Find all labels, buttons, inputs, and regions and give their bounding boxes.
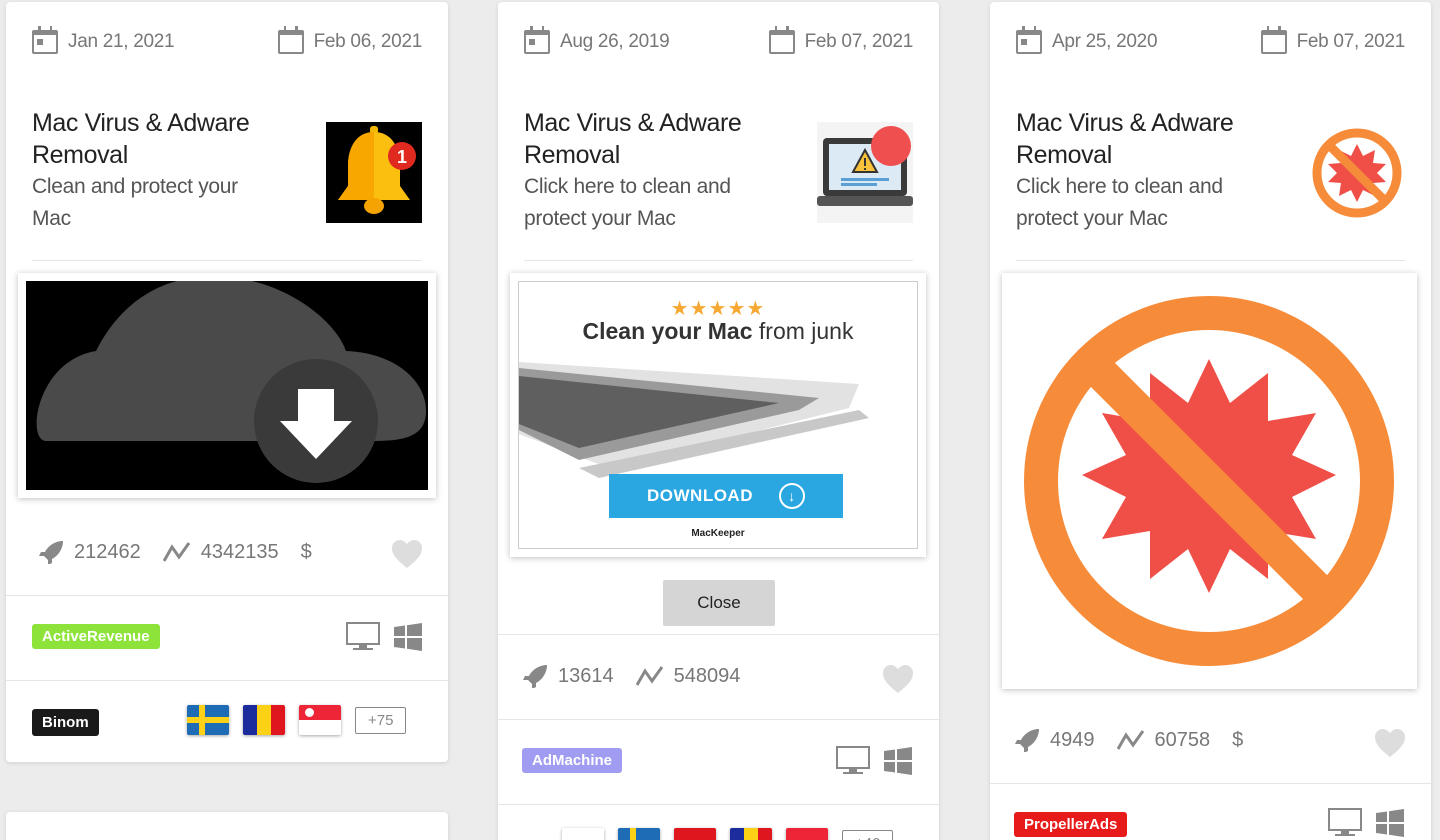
impressions-stat: 4949	[1014, 728, 1095, 752]
impressions-stat: 13614	[522, 664, 614, 688]
calendar-icon	[524, 26, 550, 54]
date-range: Aug 26, 2019 Feb 07, 2021	[524, 26, 913, 58]
impressions-stat: 212462	[38, 540, 141, 564]
ad-stats: 212462 4342135 $	[38, 540, 334, 564]
divider	[498, 804, 939, 805]
trend-stat: 4342135	[162, 541, 279, 564]
device-targets	[346, 622, 422, 652]
download-circle-icon: ↓	[778, 483, 805, 509]
ad-title: Mac Virus & Adware Removal	[32, 109, 250, 169]
laptop-image	[519, 362, 869, 478]
more-geos-button[interactable]: +40	[842, 829, 894, 840]
windows-icon	[884, 747, 912, 775]
desktop-icon	[346, 622, 380, 650]
flag-singapore-icon	[299, 705, 341, 735]
brand-name: MacKeeper	[691, 528, 745, 539]
mackeeper-banner: ★★★★★ Clean your Mac from junk DOWNLOAD …	[518, 281, 918, 549]
device-targets	[1328, 808, 1404, 838]
ad-creative[interactable]	[1002, 273, 1417, 689]
divider	[1016, 260, 1405, 261]
divider	[524, 260, 913, 261]
currency-icon: $	[1232, 728, 1244, 751]
tracker-badge[interactable]: Binom	[32, 709, 99, 736]
flag-red-icon	[674, 828, 716, 840]
prohibited-badge-icon	[1024, 296, 1394, 666]
divider	[498, 634, 939, 635]
geo-flags: +75	[187, 705, 407, 735]
notification-bell-icon: 1	[326, 122, 422, 223]
first-seen-date: Aug 26, 2019	[524, 26, 670, 54]
flag-sweden-icon	[187, 705, 229, 735]
trend-stat: 60758	[1116, 729, 1210, 752]
calendar-icon	[277, 26, 304, 54]
first-seen-date: Apr 25, 2020	[1016, 26, 1158, 54]
ad-creative[interactable]: ★★★★★ Clean your Mac from junk DOWNLOAD …	[510, 273, 926, 557]
calendar-icon	[1260, 26, 1287, 54]
calendar-icon	[1016, 26, 1042, 54]
ad-description: Clean and protect your Mac	[32, 175, 238, 230]
trend-icon	[162, 542, 190, 562]
divider	[6, 595, 448, 596]
last-seen-date: Feb 06, 2021	[277, 26, 422, 54]
desktop-icon	[836, 746, 870, 774]
windows-icon	[1376, 809, 1404, 837]
flag-romania-icon	[243, 705, 285, 735]
last-seen-date: Feb 07, 2021	[768, 26, 913, 54]
ad-creative[interactable]	[18, 273, 436, 498]
ad-stats: 4949 60758 $	[1014, 728, 1265, 752]
calendar-icon	[32, 26, 58, 54]
divider	[32, 260, 422, 261]
ad-stats: 13614 548094	[522, 664, 762, 688]
trend-icon	[1116, 730, 1144, 750]
windows-icon	[394, 623, 422, 651]
network-badge[interactable]: AdMachine	[522, 748, 623, 773]
flag-romania-icon	[730, 828, 772, 840]
laptop-warning-icon	[817, 122, 913, 223]
banner-headline: Clean your Mac from junk	[582, 318, 854, 344]
calendar-icon	[768, 26, 795, 54]
date-range: Apr 25, 2020 Feb 07, 2021	[1016, 26, 1405, 58]
heart-icon[interactable]	[391, 539, 423, 569]
currency-icon: $	[300, 540, 312, 563]
svg-text:1: 1	[397, 147, 407, 167]
divider	[498, 719, 939, 720]
heart-icon[interactable]	[1374, 728, 1406, 758]
heart-icon[interactable]	[882, 664, 914, 694]
prohibited-badge-icon	[1309, 122, 1405, 223]
more-geos-button[interactable]: +75	[355, 706, 407, 734]
ad-title: Mac Virus & Adware Removal	[1016, 109, 1234, 169]
download-button[interactable]: DOWNLOAD ↓	[609, 474, 843, 518]
device-targets	[836, 746, 912, 776]
close-button[interactable]: Close	[663, 580, 775, 626]
ad-description: Click here to clean and protect your Mac	[524, 175, 731, 230]
flag-singapore-icon	[786, 828, 828, 840]
divider	[990, 783, 1431, 784]
desktop-icon	[1328, 808, 1362, 836]
divider	[6, 680, 448, 681]
trend-icon	[635, 666, 663, 686]
first-seen-date: Jan 21, 2021	[32, 26, 175, 54]
rocket-icon	[39, 541, 63, 564]
date-range: Jan 21, 2021 Feb 06, 2021	[32, 26, 422, 58]
flag-white-icon	[562, 828, 604, 840]
geo-flags: +40	[562, 828, 894, 840]
ad-title: Mac Virus & Adware Removal	[524, 109, 742, 169]
cloud-download-icon	[26, 281, 428, 490]
ad-card-4[interactable]	[6, 812, 448, 840]
flag-sweden-icon	[618, 828, 660, 840]
ad-description: Click here to clean and protect your Mac	[1016, 175, 1223, 230]
ad-card-2[interactable]: Aug 26, 2019 Feb 07, 2021 Mac Virus & Ad…	[498, 2, 939, 840]
last-seen-date: Feb 07, 2021	[1260, 26, 1405, 54]
rocket-icon	[1015, 729, 1039, 752]
ad-card-1[interactable]: Jan 21, 2021 Feb 06, 2021 Mac Virus & Ad…	[6, 2, 448, 762]
network-badge[interactable]: PropellerAds	[1014, 812, 1128, 837]
trend-stat: 548094	[635, 665, 740, 688]
rocket-icon	[523, 665, 547, 688]
ad-card-3[interactable]: Apr 25, 2020 Feb 07, 2021 Mac Virus & Ad…	[990, 2, 1431, 840]
network-badge[interactable]: ActiveRevenue	[32, 624, 160, 649]
